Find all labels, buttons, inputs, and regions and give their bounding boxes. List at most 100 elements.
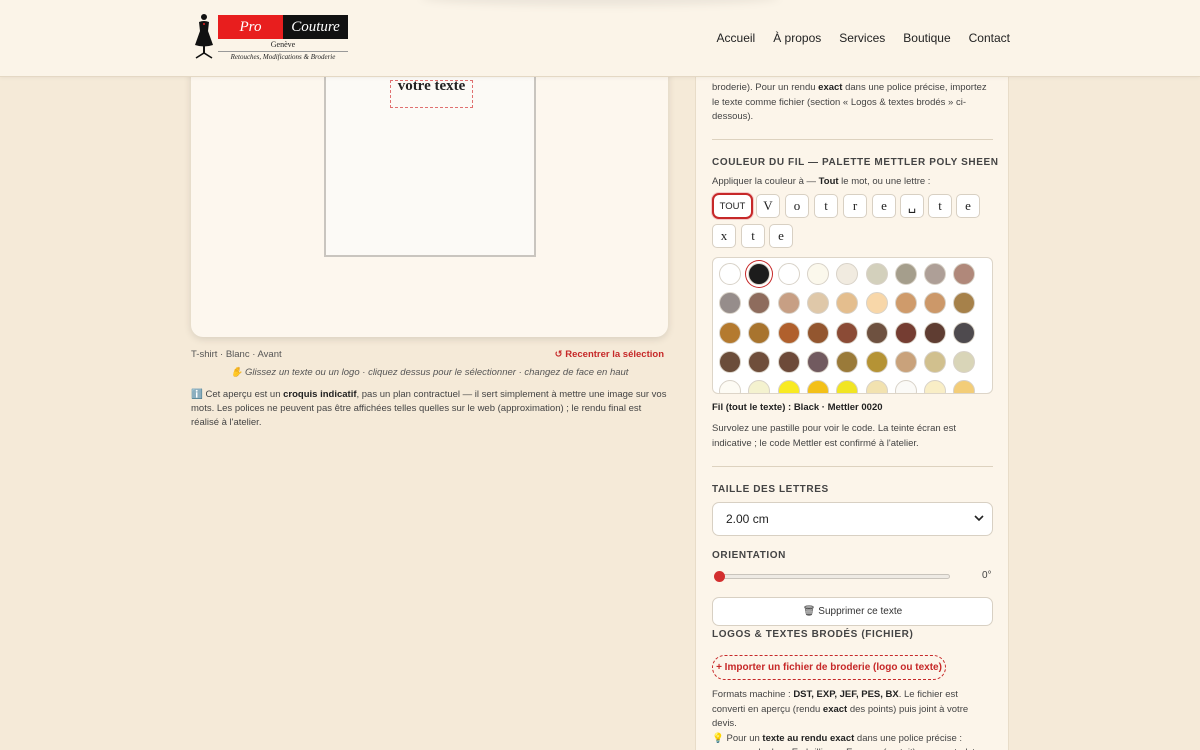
thread-color-swatch[interactable]: [865, 380, 888, 393]
thread-color-swatch[interactable]: [894, 292, 917, 315]
apply-bold: Tout: [818, 176, 839, 187]
letter-button[interactable]: e: [872, 194, 896, 218]
thread-color-swatch[interactable]: [777, 321, 800, 344]
thread-color-swatch[interactable]: [924, 292, 947, 315]
embroidery-text-item[interactable]: votre texte: [390, 80, 473, 108]
tip-bold: texte au rendu exact: [762, 732, 855, 744]
letter-button[interactable]: e: [769, 224, 793, 248]
orientation-title: Orientation: [712, 550, 787, 561]
nav-accueil[interactable]: Accueil: [717, 31, 756, 45]
thread-color-swatch[interactable]: [953, 350, 976, 373]
thread-color-swatch[interactable]: [836, 321, 859, 344]
preview-canvas[interactable]: votre texte: [191, 40, 668, 337]
font-note: broderie). Pour un rendu exact dans une …: [712, 81, 993, 125]
thread-color-swatch[interactable]: [953, 292, 976, 315]
disclaimer-text-1: Cet aperçu est un: [205, 389, 284, 400]
thread-color-swatch[interactable]: [836, 263, 859, 285]
mannequin-icon: [195, 14, 213, 59]
thread-color-swatch[interactable]: [953, 321, 976, 344]
chevron-down-icon: [974, 515, 984, 522]
selected-thread-label: Fil (tout le texte) :: [712, 402, 794, 413]
letter-button[interactable]: t: [928, 194, 952, 218]
apply-text-2: le mot, ou une lettre :: [838, 176, 931, 187]
thread-color-swatch[interactable]: [894, 263, 917, 285]
thread-color-swatch[interactable]: [777, 263, 800, 285]
letter-button[interactable]: o: [785, 194, 809, 218]
letter-size-select[interactable]: 2.00 cm: [712, 502, 993, 536]
thread-color-swatch[interactable]: [865, 350, 888, 373]
thread-color-swatch[interactable]: [865, 263, 888, 285]
nav-a-propos[interactable]: À propos: [773, 31, 821, 45]
thread-color-swatch[interactable]: [777, 380, 800, 393]
thread-color-swatch[interactable]: [953, 380, 976, 393]
preview-meta: T-shirt · Blanc · Avant ↺ Recentrer la s…: [191, 349, 668, 363]
thread-color-title: Couleur du fil — palette Mettler Poly Sh…: [712, 157, 999, 168]
brand-city: Genève: [270, 40, 296, 49]
thread-color-palette: [712, 257, 993, 394]
thread-color-swatch[interactable]: [836, 292, 859, 315]
selected-thread-name: Black: [793, 402, 820, 413]
thread-color-swatch[interactable]: [924, 321, 947, 344]
letter-button-tout[interactable]: TOUT: [712, 193, 753, 219]
orientation-value: 0°: [982, 570, 992, 581]
thread-color-swatch[interactable]: [806, 350, 829, 373]
thread-color-swatch[interactable]: [748, 380, 771, 393]
thread-color-swatch[interactable]: [894, 350, 917, 373]
letter-button[interactable]: t: [741, 224, 765, 248]
letter-size-title: Taille des lettres: [712, 484, 829, 495]
thread-color-swatch[interactable]: [924, 350, 947, 373]
tip-text-1: Pour un: [723, 732, 763, 744]
nav-services[interactable]: Services: [839, 31, 885, 45]
brand-tagline: Retouches, Modifications & Broderie: [218, 51, 348, 61]
thread-color-swatch[interactable]: [748, 263, 771, 285]
letter-button[interactable]: e: [956, 194, 980, 218]
thread-color-swatch[interactable]: [894, 321, 917, 344]
thread-color-swatch[interactable]: [924, 263, 947, 285]
delete-text-button[interactable]: 🗑 Supprimer ce texte: [712, 597, 993, 626]
selected-thread-info: Fil (tout le texte) : Black · Mettler 00…: [712, 401, 993, 416]
thread-color-swatch[interactable]: [777, 350, 800, 373]
letter-button[interactable]: r: [843, 194, 867, 218]
font-note-text-1: broderie). Pour un rendu: [712, 82, 819, 93]
thread-color-swatch[interactable]: [836, 380, 859, 393]
thread-color-swatch[interactable]: [865, 321, 888, 344]
thread-color-swatch[interactable]: [719, 321, 741, 344]
thread-color-swatch[interactable]: [748, 350, 771, 373]
orientation-slider-thumb[interactable]: [714, 571, 725, 582]
formats-note: Formats machine : DST, EXP, JEF, PES, BX…: [712, 688, 993, 750]
letter-button[interactable]: V: [756, 194, 780, 218]
thread-color-swatch[interactable]: [924, 380, 947, 393]
import-embroidery-file-button[interactable]: + Importer un fichier de broderie (logo …: [712, 655, 946, 680]
letter-button[interactable]: x: [712, 224, 736, 248]
apply-color-label: Appliquer la couleur à — Tout le mot, ou…: [712, 175, 993, 190]
apply-text-1: Appliquer la couleur à —: [712, 176, 819, 187]
thread-color-swatch[interactable]: [719, 263, 741, 285]
thread-color-swatch[interactable]: [953, 263, 976, 285]
swatch-hover-hint: Survolez une pastille pour voir le code.…: [712, 423, 956, 449]
thread-color-swatch[interactable]: [719, 350, 741, 373]
thread-color-swatch[interactable]: [894, 380, 917, 393]
brand-logo[interactable]: Pro Couture Genève Retouches, Modificati…: [191, 13, 349, 61]
thread-color-swatch[interactable]: [806, 380, 829, 393]
thread-color-swatch[interactable]: [865, 292, 888, 315]
orientation-slider[interactable]: [715, 574, 950, 579]
thread-color-swatch[interactable]: [777, 292, 800, 315]
thread-color-swatch[interactable]: [719, 292, 741, 315]
drag-hint: ✋ Glissez un texte ou un logo · cliquez …: [230, 367, 629, 378]
thread-color-swatch[interactable]: [748, 292, 771, 315]
thread-color-swatch[interactable]: [806, 263, 829, 285]
thread-color-swatch[interactable]: [836, 350, 859, 373]
nav-contact[interactable]: Contact: [969, 31, 1010, 45]
nav-boutique[interactable]: Boutique: [903, 31, 950, 45]
selected-thread-code: · Mettler 0020: [819, 402, 883, 413]
thread-color-swatch[interactable]: [806, 321, 829, 344]
thread-color-swatch[interactable]: [748, 321, 771, 344]
logos-title: Logos & textes brodés (fichier): [712, 629, 914, 640]
letter-button[interactable]: t: [814, 194, 838, 218]
thread-color-swatch[interactable]: [719, 380, 741, 393]
customization-panel: broderie). Pour un rendu exact dans une …: [695, 0, 1009, 750]
recenter-selection-link[interactable]: ↺ Recentrer la sélection: [555, 349, 664, 360]
preview-disclaimer: ℹ️ Cet aperçu est un croquis indicatif, …: [191, 388, 668, 430]
thread-color-swatch[interactable]: [806, 292, 829, 315]
letter-button-space[interactable]: ␣: [900, 194, 924, 218]
